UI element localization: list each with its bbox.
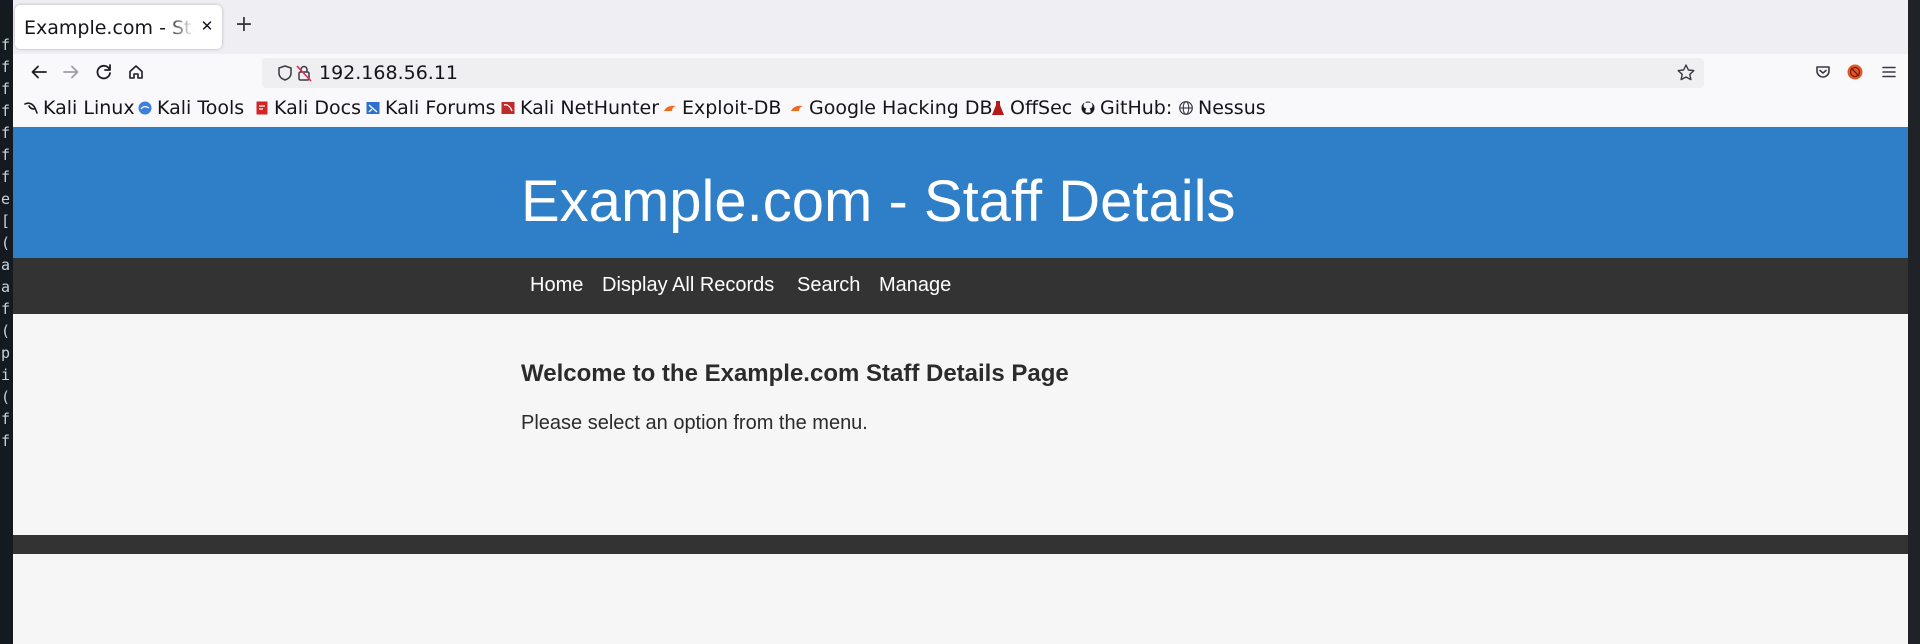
back-button[interactable] [25, 58, 53, 86]
home-button[interactable] [122, 58, 150, 86]
kali-docs-icon [256, 101, 268, 115]
tab-active[interactable]: Example.com - Staff Details ✕ [15, 5, 222, 49]
bookmark-label: Exploit-DB [682, 97, 782, 119]
kali-forums-icon [366, 102, 380, 114]
reload-icon [96, 64, 111, 80]
terminal-char: f [1, 124, 11, 142]
bookmark-label: Nessus [1198, 97, 1266, 119]
terminal-char: e [1, 190, 11, 208]
bookmark-google-hacking-db[interactable]: Google Hacking DB [789, 95, 993, 121]
desktop-edge [1908, 0, 1920, 644]
menu-link-home[interactable]: Home [530, 274, 583, 297]
bookmark-kali-docs[interactable]: Kali Docs [254, 95, 361, 121]
url-text[interactable]: 192.168.56.11 [319, 62, 458, 84]
offsec-icon [992, 101, 1004, 115]
site-menu: Home Display All Records Search Manage [13, 258, 1908, 314]
welcome-heading: Welcome to the Example.com Staff Details… [521, 360, 1069, 387]
bookmark-label: Kali Forums [385, 97, 496, 119]
terminal-char: f [1, 432, 11, 450]
app-menu-button[interactable] [1875, 58, 1903, 86]
terminal-char: a [1, 278, 11, 296]
terminal-char: [ [1, 212, 11, 230]
menu-link-manage[interactable]: Manage [879, 274, 951, 297]
site-footer [13, 535, 1908, 554]
bookmark-offsec[interactable]: OffSec [990, 95, 1072, 121]
bookmark-label: Kali Tools [157, 97, 245, 119]
terminal-char: p [1, 344, 11, 362]
bookmark-label: Google Hacking DB [809, 97, 993, 119]
arrow-left-icon [31, 65, 47, 79]
bookmark-star-icon[interactable] [1675, 62, 1697, 84]
bookmark-kali-nethunter[interactable]: Kali NetHunter [500, 95, 659, 121]
forward-button[interactable] [57, 58, 85, 86]
bookmarks-toolbar: Kali Linux Kali Tools Kali Docs Kali For… [13, 90, 1908, 126]
bookmark-label: GitHub: [1100, 97, 1173, 119]
menu-link-display-all-records[interactable]: Display All Records [602, 274, 774, 297]
welcome-text: Please select an option from the menu. [521, 412, 868, 434]
insecure-lock-icon[interactable] [295, 63, 313, 83]
terminal-char: a [1, 256, 11, 274]
menu-link-search[interactable]: Search [797, 274, 860, 297]
site-title: Example.com - Staff Details [521, 169, 1236, 234]
bookmark-github[interactable]: GitHub: [1080, 95, 1172, 121]
navigation-toolbar: 192.168.56.11 [13, 54, 1908, 90]
kali-tools-icon [138, 101, 152, 115]
browser-window: Example.com - Staff Details ✕ + 192.168.… [13, 0, 1908, 644]
terminal-char: f [1, 102, 11, 120]
bookmark-kali-forums[interactable]: Kali Forums [365, 95, 496, 121]
pocket-icon [1816, 66, 1830, 78]
kali-nethunter-icon [501, 102, 515, 114]
kali-dragon-icon [24, 102, 38, 114]
terminal-char: f [1, 146, 11, 164]
ghdb-icon [791, 105, 803, 111]
bookmark-label: OffSec [1010, 97, 1073, 119]
reload-button[interactable] [90, 58, 118, 86]
terminal-background: f f f f f f f e[(a a f(p i(f f [0, 0, 13, 644]
tab-close-icon[interactable]: ✕ [200, 18, 214, 34]
home-icon [129, 65, 143, 79]
bookmark-exploit-db[interactable]: Exploit-DB [662, 95, 781, 121]
terminal-char: f [1, 168, 11, 186]
bookmark-kali-tools[interactable]: Kali Tools [137, 95, 244, 121]
extension-button[interactable] [1841, 58, 1869, 86]
terminal-char: f [1, 410, 11, 428]
tab-title: Example.com - Staff Details [24, 17, 194, 39]
terminal-char: ( [1, 322, 11, 340]
arrow-right-icon [63, 65, 79, 79]
github-icon [1081, 101, 1095, 115]
terminal-char: f [1, 36, 11, 54]
terminal-char: i [1, 366, 11, 384]
terminal-char: f [1, 58, 11, 76]
ublock-extension-icon [1847, 64, 1863, 80]
terminal-char: ( [1, 388, 11, 406]
bookmark-kali-linux[interactable]: Kali Linux [23, 95, 135, 121]
page-content: Example.com - Staff Details Home Display… [13, 127, 1908, 644]
site-header: Example.com - Staff Details [13, 127, 1908, 258]
hamburger-menu-icon [1882, 66, 1896, 78]
tab-bar: Example.com - Staff Details ✕ + [13, 0, 1908, 54]
pocket-button[interactable] [1809, 58, 1837, 86]
bookmark-label: Kali Linux [43, 97, 135, 119]
exploit-db-icon [664, 105, 676, 111]
terminal-char: ( [1, 234, 11, 252]
bookmark-nessus[interactable]: Nessus [1178, 95, 1266, 121]
bookmark-label: Kali NetHunter [520, 97, 660, 119]
url-bar[interactable]: 192.168.56.11 [262, 58, 1704, 88]
globe-icon [1179, 101, 1193, 115]
bookmark-label: Kali Docs [274, 97, 361, 119]
shield-icon[interactable] [276, 64, 294, 82]
new-tab-button[interactable]: + [232, 12, 256, 38]
terminal-char: f [1, 80, 11, 98]
terminal-char: f [1, 300, 11, 318]
